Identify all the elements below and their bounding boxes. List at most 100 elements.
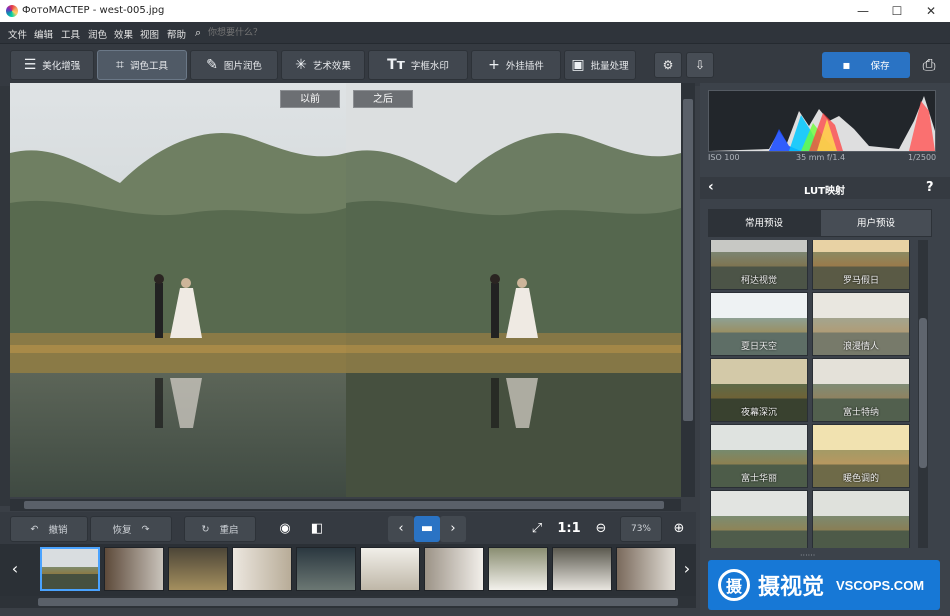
redo-icon: ↷ [141,523,150,535]
batch-process-button[interactable]: ▣ 批量处理 [564,50,636,80]
scroll-thumb[interactable] [24,501,664,509]
preset-tabs: 常用预设 用户预设 [700,205,950,237]
redo-button[interactable]: 恢复 ↷ [90,516,172,542]
brush-icon: ✎ [206,57,218,73]
lens-value: 35 mm f/1.4 [796,153,846,162]
menu-effects[interactable]: 效果 [114,27,133,41]
tab-color-tools[interactable]: ⌗ 调色工具 [97,50,187,80]
printer-icon[interactable]: ⎙ [916,52,942,78]
actual-size-button[interactable]: 1:1 [556,516,582,542]
histogram-graph [709,96,935,151]
main-toolbar: ☰ 美化增强 ⌗ 调色工具 ✎ 图片润色 ✳ 艺术效果 Tт 字框水印 + 外挂插件 ▣ 批量… [0,44,950,86]
menu-help[interactable]: 帮助 [167,27,186,41]
preset-tile[interactable]: 夜幕深沉 [710,358,808,422]
preset-tile[interactable]: 夏日天空 [710,292,808,356]
preset-tile[interactable] [812,490,910,548]
after-photo [346,83,681,497]
menu-tools[interactable]: 工具 [61,27,80,41]
thumbnail[interactable] [360,547,420,591]
fit-screen-icon[interactable]: ⤢ [524,516,550,542]
filmstrip-next-icon[interactable]: › [680,556,694,582]
close-button[interactable]: ✕ [914,0,948,22]
help-icon[interactable]: ? [926,180,934,195]
preset-tile[interactable]: 浪漫情人 [812,292,910,356]
thumbnail[interactable] [232,547,292,591]
watermark-banner: 摄 摄视觉 VSCOPS.COM [708,560,940,610]
image-icon: ▣ [571,57,585,73]
preset-tile[interactable]: 柯达视觉 [710,240,808,290]
maximize-button[interactable]: ☐ [880,0,914,22]
menu-retouch[interactable]: 润色 [88,27,107,41]
after-label: 之后 [353,90,413,108]
text-icon: Tт [387,57,405,73]
filmstrip-scrollbar[interactable] [0,596,696,608]
filmstrip-prev-icon[interactable]: ‹ [8,556,22,582]
folder-icon[interactable]: ▬ [414,516,440,542]
tab-art-effects[interactable]: ✳ 艺术效果 [281,50,365,80]
plus-icon: + [488,57,500,73]
add-preset-icon[interactable]: ⚙ [654,52,682,78]
preset-scrollbar[interactable] [918,240,928,548]
preset-tile[interactable]: 罗马假日 [812,240,910,290]
thumbnail[interactable] [424,547,484,591]
exif-info: ISO 100 35 mm f/1.4 1/2500 [706,153,936,165]
preset-tile[interactable]: 富士华丽 [710,424,808,488]
side-handle[interactable] [0,86,10,506]
watermark-logo: 摄 [718,569,750,601]
thumbnail[interactable] [168,547,228,591]
tab-user-presets[interactable]: 用户预设 [820,209,932,237]
preset-tile[interactable]: 暖色调的 [812,424,910,488]
reset-button[interactable]: ↻ 重启 [184,516,256,542]
thumbnail[interactable] [40,547,100,591]
watermark-brand: 摄视觉 [758,575,825,600]
back-arrow-icon[interactable]: ‹ [708,179,714,195]
menu-edit[interactable]: 编辑 [34,27,53,41]
preset-tile[interactable] [710,490,808,548]
partial-preset-label: ······ [800,551,816,560]
menu-file[interactable]: 文件 [8,27,27,41]
preset-tile[interactable]: 富士特纳 [812,358,910,422]
scroll-thumb[interactable] [38,598,678,606]
window-title: ФотоМАСТЕР - west-005.jpg [22,5,165,16]
floppy-icon: ▪ [842,58,851,72]
thumbnail[interactable] [296,547,356,591]
zoom-in-icon[interactable]: ⊕ [666,516,692,542]
canvas-horizontal-scrollbar[interactable] [10,499,681,511]
tab-common-presets[interactable]: 常用预设 [708,209,820,237]
thumbnail[interactable] [552,547,612,591]
minimize-button[interactable]: — [846,0,880,22]
compare-icon[interactable]: ◧ [304,516,330,542]
search-icon[interactable]: ⌕ [195,26,201,40]
tab-retouch[interactable]: ✎ 图片润色 [190,50,278,80]
prev-image-icon[interactable]: ‹ [388,516,414,542]
save-button[interactable]: ▪ 保存 [822,52,910,78]
title-bar: ФотоМАСТЕР - west-005.jpg — ☐ ✕ [0,0,950,22]
image-canvas[interactable]: 以前 之后 [10,83,681,497]
undo-button[interactable]: ↶ 撤销 [10,516,88,542]
before-label: 以前 [280,90,340,108]
menu-view[interactable]: 视图 [140,27,159,41]
next-image-icon[interactable]: › [440,516,466,542]
tab-enhance[interactable]: ☰ 美化增强 [10,50,94,80]
thumbnail[interactable] [488,547,548,591]
histogram [708,90,936,152]
eye-icon[interactable]: ◉ [272,516,298,542]
tab-plugins[interactable]: + 外挂插件 [471,50,561,80]
canvas-vertical-scrollbar[interactable] [681,83,695,497]
preset-grid: 柯达视觉 罗马假日 夏日天空 浪漫情人 夜幕深沉 富士特纳 富士华丽 暖色调的 [708,240,914,548]
before-photo [10,83,346,497]
thumbnail[interactable] [104,547,164,591]
app-logo-icon [6,5,18,17]
lut-header: ‹ LUT映射 ? [700,177,950,199]
crop-icon: ⌗ [116,57,124,73]
thumbnail[interactable] [616,547,676,591]
search-input[interactable] [208,26,328,40]
scroll-thumb[interactable] [683,99,693,421]
canvas-controls: ↶ 撤销 恢复 ↷ ↻ 重启 ◉ ◧ ‹ ▬ › ⤢ 1:1 ⊖ 73% ⊕ [0,512,696,544]
scroll-thumb[interactable] [919,318,927,468]
download-preset-icon[interactable]: ⇩ [686,52,714,78]
tab-text-watermark[interactable]: Tт 字框水印 [368,50,468,80]
menu-bar: 文件 编辑 工具 润色 效果 视图 帮助 ⌕ [0,22,950,44]
zoom-out-icon[interactable]: ⊖ [588,516,614,542]
zoom-value[interactable]: 73% [620,516,662,542]
